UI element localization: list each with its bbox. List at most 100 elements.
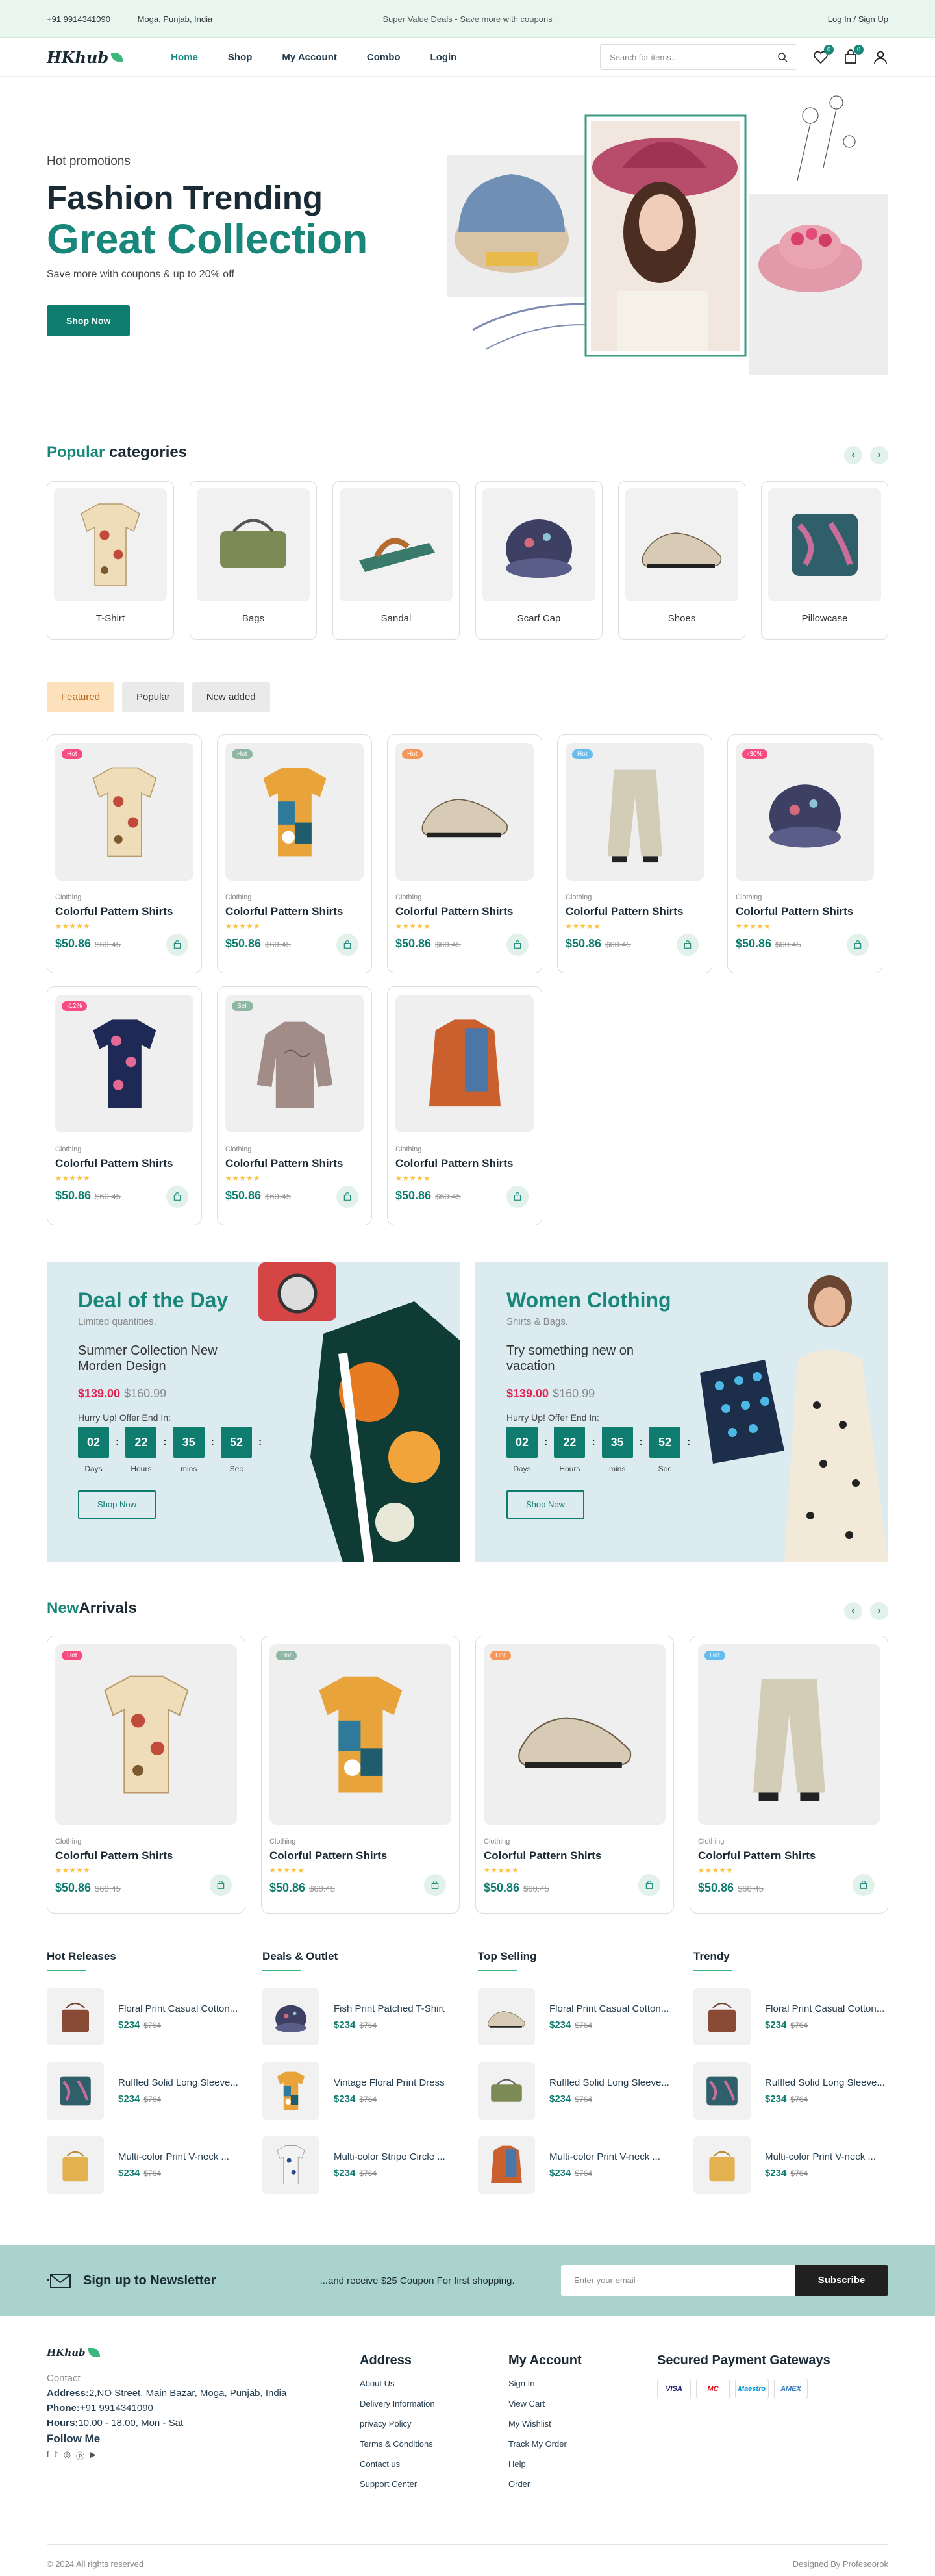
list-item[interactable]: Multi-color Print V-neck ... $234 $764	[478, 2136, 673, 2194]
footer-link[interactable]: Delivery Information	[360, 2399, 435, 2408]
footer-link[interactable]: About Us	[360, 2379, 435, 2388]
list-item[interactable]: Multi-color Print V-neck ... $234 $764	[47, 2136, 242, 2194]
product-card[interactable]: Sell Clothing Colorful Pattern Shirts ★★…	[217, 986, 372, 1225]
list-item[interactable]: Fish Print Patched T-Shirt $234 $764	[262, 1988, 457, 2045]
list-item-name[interactable]: Multi-color Print V-neck ...	[549, 2151, 673, 2162]
newsletter-email-input[interactable]: Enter your email	[561, 2265, 795, 2296]
product-name[interactable]: Colorful Pattern Shirts	[269, 1849, 451, 1862]
product-card[interactable]: Hot Clothing Colorful Pattern Shirts ★★★…	[387, 734, 542, 973]
product-name[interactable]: Colorful Pattern Shirts	[395, 1157, 534, 1170]
twitter-icon[interactable]: 𝕥	[55, 2449, 58, 2462]
list-item[interactable]: Ruffled Solid Long Sleeve... $234 $764	[478, 2062, 673, 2120]
product-card[interactable]: Hot Clothing Colorful Pattern Shirts ★★★…	[261, 1636, 460, 1914]
product-name[interactable]: Colorful Pattern Shirts	[225, 1157, 364, 1170]
category-card[interactable]: T-Shirt	[47, 481, 174, 640]
nav-login[interactable]: Login	[430, 52, 457, 63]
list-item-name[interactable]: Multi-color Print V-neck ...	[765, 2151, 888, 2162]
list-item[interactable]: Floral Print Casual Cotton... $234 $764	[47, 1988, 242, 2045]
login-signup-link[interactable]: Log In / Sign Up	[828, 14, 888, 24]
product-name[interactable]: Colorful Pattern Shirts	[736, 905, 874, 918]
new-arrivals-next-button[interactable]: ›	[870, 1602, 888, 1620]
footer-link[interactable]: My Wishlist	[508, 2419, 582, 2429]
add-to-cart-button[interactable]	[424, 1874, 446, 1896]
footer-link[interactable]: Sign In	[508, 2379, 582, 2388]
nav-combo[interactable]: Combo	[367, 52, 401, 63]
product-name[interactable]: Colorful Pattern Shirts	[225, 905, 364, 918]
list-item-name[interactable]: Fish Print Patched T-Shirt	[334, 2003, 457, 2014]
product-name[interactable]: Colorful Pattern Shirts	[698, 1849, 880, 1862]
add-to-cart-button[interactable]	[847, 934, 869, 956]
category-card[interactable]: Sandal	[332, 481, 460, 640]
list-item-name[interactable]: Multi-color Stripe Circle ...	[334, 2151, 457, 2162]
add-to-cart-button[interactable]	[677, 934, 699, 956]
logo[interactable]: HKhub	[47, 48, 123, 67]
add-to-cart-button[interactable]	[506, 934, 529, 956]
add-to-cart-button[interactable]	[853, 1874, 875, 1896]
footer-link[interactable]: Track My Order	[508, 2439, 582, 2449]
list-item[interactable]: Floral Print Casual Cotton... $234 $764	[693, 1988, 888, 2045]
list-item-name[interactable]: Ruffled Solid Long Sleeve...	[549, 2077, 673, 2088]
new-arrivals-prev-button[interactable]: ‹	[844, 1602, 862, 1620]
wishlist-button[interactable]: 0	[813, 45, 834, 65]
nav-home[interactable]: Home	[171, 52, 198, 63]
category-card[interactable]: Pillowcase	[761, 481, 888, 640]
list-item-name[interactable]: Ruffled Solid Long Sleeve...	[765, 2077, 888, 2088]
list-item-name[interactable]: Floral Print Casual Cotton...	[765, 2003, 888, 2014]
footer-link[interactable]: View Cart	[508, 2399, 582, 2408]
list-item-name[interactable]: Floral Print Casual Cotton...	[118, 2003, 242, 2014]
category-card[interactable]: Scarf Cap	[475, 481, 603, 640]
nav-shop[interactable]: Shop	[228, 52, 253, 63]
deal-shop-now-button[interactable]: Shop Now	[506, 1490, 584, 1519]
facebook-icon[interactable]: f	[47, 2449, 49, 2462]
list-item[interactable]: Multi-color Print V-neck ... $234 $764	[693, 2136, 888, 2194]
account-button[interactable]	[873, 49, 888, 65]
subscribe-button[interactable]: Subscribe	[795, 2265, 888, 2296]
category-card[interactable]: Shoes	[618, 481, 745, 640]
list-item[interactable]: Ruffled Solid Long Sleeve... $234 $764	[693, 2062, 888, 2120]
product-name[interactable]: Colorful Pattern Shirts	[395, 905, 534, 918]
hero-shop-now-button[interactable]: Shop Now	[47, 305, 131, 336]
search-input[interactable]: Search for items...	[600, 44, 797, 70]
list-item[interactable]: Multi-color Stripe Circle ... $234 $764	[262, 2136, 457, 2194]
product-name[interactable]: Colorful Pattern Shirts	[55, 1849, 237, 1862]
tab-new-added[interactable]: New added	[192, 682, 270, 712]
categories-prev-button[interactable]: ‹	[844, 446, 862, 464]
add-to-cart-button[interactable]	[506, 1186, 529, 1208]
footer-link[interactable]: Support Center	[360, 2479, 435, 2489]
add-to-cart-button[interactable]	[166, 934, 188, 956]
add-to-cart-button[interactable]	[166, 1186, 188, 1208]
product-card[interactable]: -12% Clothing Colorful Pattern Shirts ★★…	[47, 986, 202, 1225]
search-icon[interactable]	[777, 52, 788, 62]
product-name[interactable]: Colorful Pattern Shirts	[566, 905, 704, 918]
tab-featured[interactable]: Featured	[47, 682, 115, 712]
add-to-cart-button[interactable]	[638, 1874, 660, 1896]
product-card[interactable]: Hot Clothing Colorful Pattern Shirts ★★★…	[47, 734, 202, 973]
youtube-icon[interactable]: ▶	[90, 2449, 96, 2462]
add-to-cart-button[interactable]	[210, 1874, 232, 1896]
list-item[interactable]: Ruffled Solid Long Sleeve... $234 $764	[47, 2062, 242, 2120]
footer-link[interactable]: Order	[508, 2479, 582, 2489]
tab-popular[interactable]: Popular	[122, 682, 184, 712]
cart-button[interactable]: 0	[843, 45, 864, 65]
footer-link[interactable]: Contact us	[360, 2459, 435, 2469]
footer-link[interactable]: privacy Policy	[360, 2419, 435, 2429]
add-to-cart-button[interactable]	[336, 934, 358, 956]
add-to-cart-button[interactable]	[336, 1186, 358, 1208]
category-card[interactable]: Bags	[190, 481, 317, 640]
footer-logo[interactable]: HKhub	[47, 2347, 319, 2358]
product-card[interactable]: Hot Clothing Colorful Pattern Shirts ★★★…	[557, 734, 712, 973]
list-item[interactable]: Vintage Floral Print Dress $234 $764	[262, 2062, 457, 2120]
footer-link[interactable]: Terms & Conditions	[360, 2439, 435, 2449]
list-item-name[interactable]: Multi-color Print V-neck ...	[118, 2151, 242, 2162]
product-name[interactable]: Colorful Pattern Shirts	[55, 905, 193, 918]
product-name[interactable]: Colorful Pattern Shirts	[484, 1849, 666, 1862]
instagram-icon[interactable]: ◎	[64, 2449, 71, 2462]
product-name[interactable]: Colorful Pattern Shirts	[55, 1157, 193, 1170]
nav-my-account[interactable]: My Account	[282, 52, 336, 63]
list-item[interactable]: Floral Print Casual Cotton... $234 $764	[478, 1988, 673, 2045]
product-card[interactable]: Hot Clothing Colorful Pattern Shirts ★★★…	[690, 1636, 888, 1914]
product-card[interactable]: Hot Clothing Colorful Pattern Shirts ★★★…	[47, 1636, 245, 1914]
footer-link[interactable]: Help	[508, 2459, 582, 2469]
list-item-name[interactable]: Vintage Floral Print Dress	[334, 2077, 457, 2088]
product-card[interactable]: Clothing Colorful Pattern Shirts ★★★★★ $…	[387, 986, 542, 1225]
